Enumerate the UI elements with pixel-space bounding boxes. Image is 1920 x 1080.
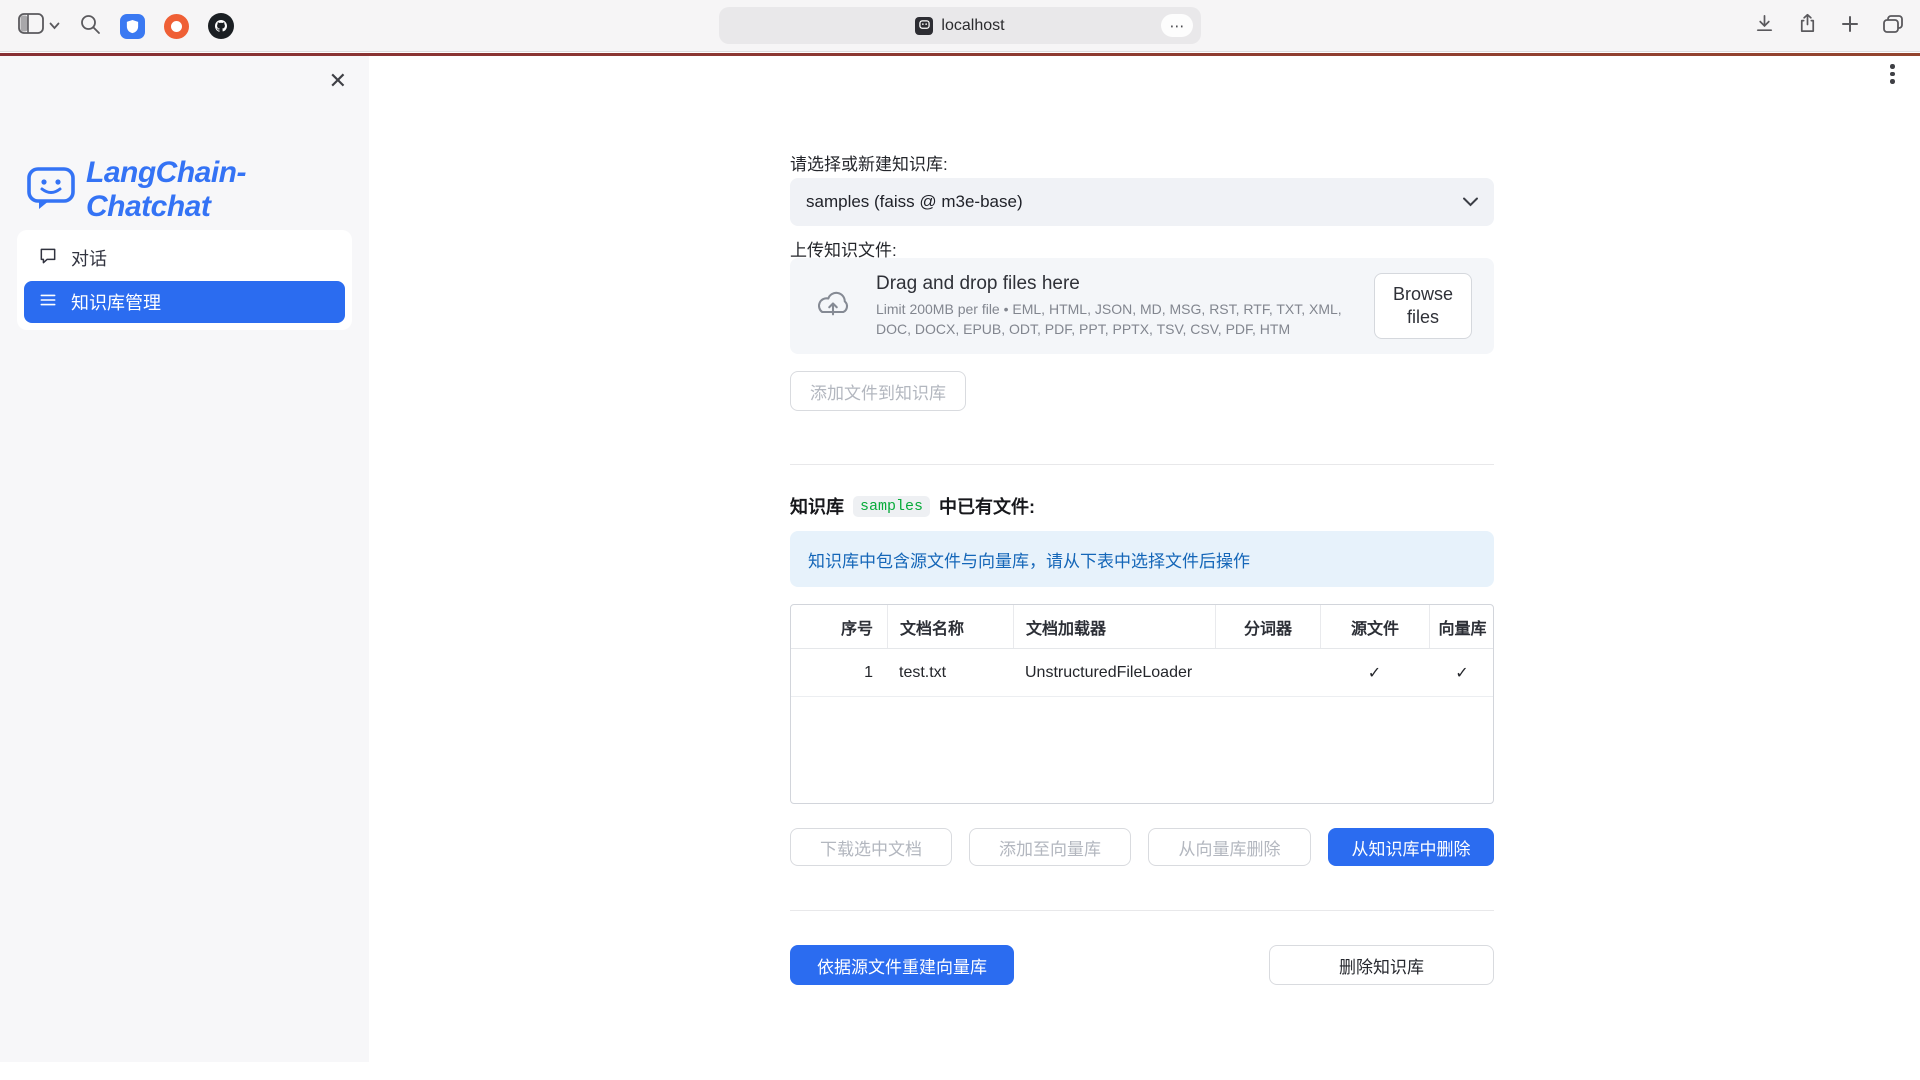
toolbar-left-cluster [18, 0, 234, 52]
search-button[interactable] [79, 13, 101, 40]
file-dropzone[interactable]: Drag and drop files here Limit 200MB per… [790, 258, 1494, 354]
delete-from-kb-button[interactable]: 从知识库中删除 [1328, 828, 1494, 866]
kb-heading-suffix: 中已有文件: [939, 493, 1035, 519]
share-button[interactable] [1797, 13, 1818, 39]
github-extension-icon[interactable] [208, 13, 234, 39]
remove-from-vector-button[interactable]: 从向量库删除 [1148, 828, 1311, 866]
kb-selected-value: samples (faiss @ m3e-base) [806, 192, 1023, 212]
sidebar-toggle-button[interactable] [18, 13, 60, 39]
app-logo-text: LangChain-Chatchat [86, 156, 369, 224]
sidebar-toggle-icon [18, 13, 44, 39]
kb-heading-prefix: 知识库 [790, 493, 844, 519]
check-icon: ✓ [1429, 663, 1494, 683]
table-header-index[interactable]: 序号 [791, 605, 887, 648]
add-to-vector-button[interactable]: 添加至向量库 [969, 828, 1131, 866]
divider [790, 910, 1494, 911]
add-files-to-kb-button[interactable]: 添加文件到知识库 [790, 371, 966, 411]
cell-name: test.txt [887, 664, 1013, 682]
table-header-splitter[interactable]: 分词器 [1215, 605, 1320, 648]
dropzone-limit-text: Limit 200MB per file • EML, HTML, JSON, … [876, 300, 1352, 339]
rebuild-vector-store-button[interactable]: 依据源文件重建向量库 [790, 945, 1014, 985]
browse-files-button[interactable]: Browse files [1374, 273, 1472, 340]
cell-loader: UnstructuredFileLoader [1013, 664, 1215, 682]
download-selected-button[interactable]: 下载选中文档 [790, 828, 952, 866]
table-row[interactable]: 1 test.txt UnstructuredFileLoader ✓ ✓ [791, 649, 1493, 697]
cloud-upload-icon [812, 288, 854, 325]
delete-kb-button[interactable]: 删除知识库 [1269, 945, 1494, 985]
kb-select-label: 请选择或新建知识库: [790, 150, 1494, 175]
sidebar-item-label: 对话 [71, 245, 107, 271]
table-header-loader[interactable]: 文档加载器 [1013, 605, 1215, 648]
app-logo: LangChain-Chatchat [26, 156, 369, 224]
sidebar-item-dialogue[interactable]: 对话 [24, 237, 345, 279]
sidebar-nav: 对话 知识库管理 [17, 230, 352, 330]
sidebar-close-button[interactable]: ✕ [329, 70, 347, 92]
divider [790, 464, 1494, 465]
app-menu-kebab-button[interactable] [1890, 64, 1895, 84]
table-header-source[interactable]: 源文件 [1320, 605, 1429, 648]
table-header-row: 序号 文档名称 文档加载器 分词器 源文件 向量库 [791, 605, 1493, 649]
check-icon: ✓ [1320, 663, 1429, 683]
toolbar-right-cluster [1754, 0, 1904, 52]
info-banner-text: 知识库中包含源文件与向量库，请从下表中选择文件后操作 [808, 547, 1250, 572]
table-header-vector[interactable]: 向量库 [1429, 605, 1494, 648]
kb-management-buttons: 依据源文件重建向量库 删除知识库 [790, 945, 1494, 985]
kb-select-dropdown[interactable]: samples (faiss @ m3e-base) [790, 178, 1494, 226]
sidebar-item-label: 知识库管理 [71, 289, 161, 315]
file-action-buttons: 下载选中文档 添加至向量库 从向量库删除 从知识库中删除 [790, 828, 1494, 866]
download-button[interactable] [1754, 13, 1775, 39]
sidebar-item-knowledge-base[interactable]: 知识库管理 [24, 281, 345, 323]
main-content: 请选择或新建知识库: samples (faiss @ m3e-base) 上传… [790, 0, 1494, 1080]
chatchat-logo-icon [26, 165, 76, 216]
knowledge-base-icon [38, 290, 58, 315]
info-banner: 知识库中包含源文件与向量库，请从下表中选择文件后操作 [790, 531, 1494, 587]
chat-bubble-icon [38, 246, 58, 271]
table-header-name[interactable]: 文档名称 [887, 605, 1013, 648]
dropzone-text: Drag and drop files here Limit 200MB per… [876, 273, 1352, 339]
dropzone-title: Drag and drop files here [876, 273, 1352, 295]
extension-icon-orange[interactable] [164, 14, 189, 39]
tab-overview-button[interactable] [1882, 14, 1904, 39]
kb-files-heading: 知识库 samples 中已有文件: [790, 493, 1494, 519]
sidebar: ✕ LangChain-Chatchat 对话 知识库管理 [0, 56, 369, 1062]
cell-index: 1 [791, 664, 887, 682]
kb-name-code: samples [853, 496, 930, 517]
extension-icon-blue[interactable] [120, 14, 145, 39]
search-icon [79, 13, 101, 40]
chevron-down-icon [1462, 197, 1479, 207]
kb-files-table: 序号 文档名称 文档加载器 分词器 源文件 向量库 1 test.txt Uns… [790, 604, 1494, 804]
chevron-down-icon [49, 17, 60, 35]
new-tab-button[interactable] [1840, 14, 1860, 39]
